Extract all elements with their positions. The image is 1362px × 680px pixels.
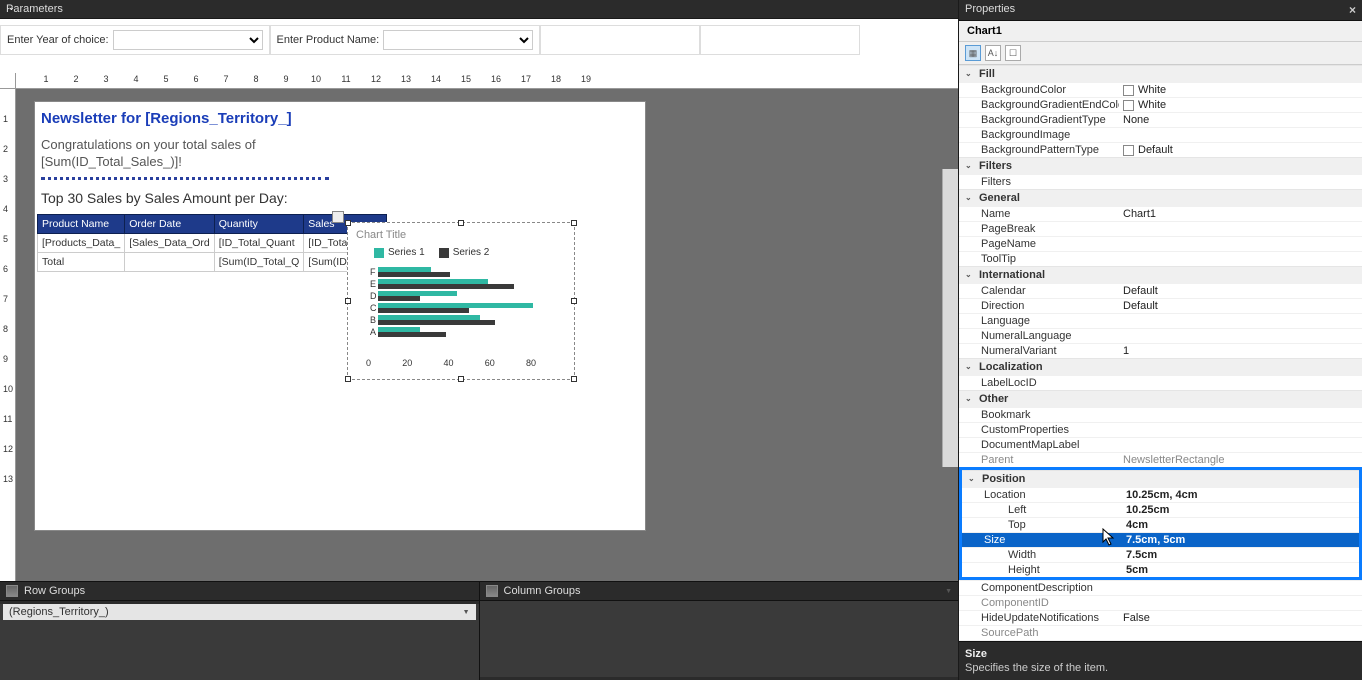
congrats-line1: Congratulations on your total sales of [41,137,256,152]
column-groups-icon [486,585,498,597]
prop-category[interactable]: ⌄Other [959,390,1362,407]
report-title[interactable]: Newsletter for [Regions_Territory_] [35,102,645,131]
design-vscrollbar[interactable] [942,169,958,467]
row-groups-pane: Row Groups (Regions_Territory_) ▼ [0,582,479,680]
legend-swatch-1 [374,248,384,258]
prop-row[interactable]: ComponentID [959,595,1362,610]
prop-category[interactable]: ⌄Localization [959,358,1362,375]
chart-x-axis: 020406080 [366,358,536,368]
properties-grid[interactable]: ⌄FillBackgroundColorWhiteBackgroundGradi… [959,65,1362,641]
prop-row[interactable]: DirectionDefault [959,298,1362,313]
prop-row-height[interactable]: Height5cm [962,562,1359,577]
prop-row[interactable]: NameChart1 [959,206,1362,221]
report-canvas[interactable]: Newsletter for [Regions_Territory_] Cong… [34,101,646,531]
th-orderdate[interactable]: Order Date [125,214,215,233]
alphabetical-icon[interactable]: A↓ [985,45,1001,61]
congrats-line2: [Sum(ID_Total_Sales_)]! [41,154,182,169]
ruler-horizontal: 12345678910111213141516171819 [16,73,958,89]
prop-row[interactable]: BackgroundGradientTypeNone [959,112,1362,127]
row-groups-icon [6,585,18,597]
ruler-corner [0,73,16,89]
prop-row[interactable]: Language [959,313,1362,328]
table-row[interactable]: [Products_Data_ [Sales_Data_Ord [ID_Tota… [38,233,387,252]
parameters-header: Parameters [0,0,958,19]
prop-row[interactable]: ParentNewsletterRectangle [959,452,1362,467]
table-row[interactable]: Total [Sum(ID_Total_Q [Sum(ID_Total_ [38,252,387,271]
param-year-label: Enter Year of choice: [7,34,109,46]
property-pages-icon[interactable]: ☐ [1005,45,1021,61]
subtitle[interactable]: Top 30 Sales by Sales Amount per Day: [35,186,645,214]
legend-label-1: Series 1 [388,247,425,258]
chart-legend[interactable]: Series 1 Series 2 [374,247,566,258]
prop-row[interactable]: SourcePath [959,625,1362,640]
param-year-input[interactable] [113,30,263,50]
prop-row[interactable]: Bookmark [959,407,1362,422]
prop-category-position[interactable]: ⌄Position [962,470,1359,487]
prop-row[interactable]: NumeralVariant1 [959,343,1362,358]
prop-row[interactable]: HideUpdateNotificationsFalse [959,610,1362,625]
prop-category[interactable]: ⌄International [959,266,1362,283]
chevron-down-icon[interactable]: ▼ [945,588,952,595]
param-product-label: Enter Product Name: [277,34,380,46]
param-product: Enter Product Name: [270,25,541,55]
chart-plot-area[interactable]: FEDCBA [370,266,566,356]
prop-row[interactable]: ComponentDescription [959,580,1362,595]
chart-move-handle[interactable] [332,211,344,223]
param-year: Enter Year of choice: [0,25,270,55]
prop-category[interactable]: ⌄Fill [959,65,1362,82]
th-quantity[interactable]: Quantity [214,214,304,233]
congrats-text[interactable]: Congratulations on your total sales of [… [35,131,645,173]
chart-title[interactable]: Chart Title [356,229,566,241]
prop-row[interactable]: CustomProperties [959,422,1362,437]
prop-row[interactable]: Filters [959,174,1362,189]
prop-row[interactable]: DocumentMapLabel [959,437,1362,452]
prop-row[interactable]: NumeralLanguage [959,328,1362,343]
prop-row[interactable]: LabelLocID [959,375,1362,390]
prop-row[interactable]: CalendarDefault [959,283,1362,298]
categorized-icon[interactable]: ▦ [965,45,981,61]
legend-label-2: Series 2 [453,247,490,258]
prop-row[interactable]: PageName [959,236,1362,251]
chart-object[interactable]: Chart Title Series 1 Series 2 FEDCBA 020… [347,222,575,380]
column-groups-pane: Column Groups ▼ [479,582,959,680]
property-description: Size Specifies the size of the item. [959,641,1362,680]
prop-row-left[interactable]: Left10.25cm [962,502,1359,517]
chevron-down-icon[interactable]: ▼ [463,609,470,616]
dotted-divider [41,177,329,180]
prop-row[interactable]: BackgroundPatternTypeDefault [959,142,1362,157]
design-surface[interactable]: 12345678910111213141516171819 1234567891… [0,73,958,581]
prop-row[interactable]: ›BackgroundImage [959,127,1362,142]
prop-category[interactable]: ⌄Filters [959,157,1362,174]
prop-row-top[interactable]: Top4cm [962,517,1359,532]
properties-toolbar: ▦ A↓ ☐ [959,42,1362,65]
prop-category[interactable]: ⌄General [959,189,1362,206]
row-groups-header: Row Groups [0,582,479,601]
groups-panel: Row Groups (Regions_Territory_) ▼ Column… [0,581,958,680]
row-group-item[interactable]: (Regions_Territory_) ▼ [3,604,476,620]
th-product[interactable]: Product Name [38,214,125,233]
column-groups-header: Column Groups ▼ [480,582,959,601]
prop-row[interactable]: BackgroundColorWhite [959,82,1362,97]
param-product-input[interactable] [383,30,533,50]
properties-header: Properties × [959,0,1362,21]
selected-object-name[interactable]: Chart1 [959,21,1362,42]
param-empty-2 [700,25,860,55]
ruler-vertical: 12345678910111213 [0,89,16,581]
param-empty-1 [540,25,700,55]
prop-row[interactable]: ToolTip [959,251,1362,266]
position-highlight: ⌄Position ⌄Location10.25cm, 4cm Left10.2… [959,467,1362,580]
prop-row-size[interactable]: ⌄Size7.5cm, 5cm [962,532,1359,547]
parameters-body: Enter Year of choice: Enter Product Name… [0,19,958,73]
prop-row[interactable]: BackgroundGradientEndColorWhite [959,97,1362,112]
close-icon[interactable]: × [1349,3,1356,17]
prop-row-width[interactable]: Width7.5cm [962,547,1359,562]
prop-row-location[interactable]: ⌄Location10.25cm, 4cm [962,487,1359,502]
prop-row[interactable]: ›PageBreak [959,221,1362,236]
legend-swatch-2 [439,248,449,258]
